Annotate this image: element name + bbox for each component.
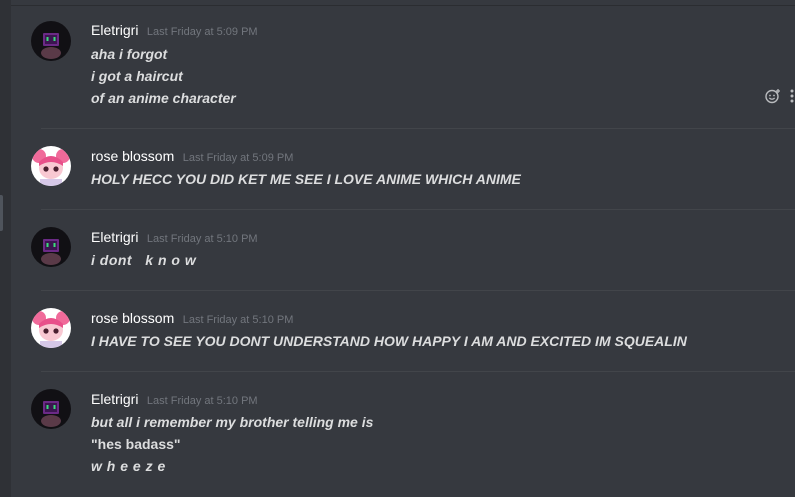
message-text: HOLY HECC YOU DID KET ME SEE I LOVE ANIM… bbox=[91, 171, 521, 187]
username[interactable]: Eletrigri bbox=[91, 229, 138, 245]
message-header: Eletrigri Last Friday at 5:10 PM bbox=[91, 391, 258, 409]
message-group[interactable]: Eletrigri Last Friday at 5:10 PM i dont … bbox=[11, 210, 795, 290]
scroll-handle[interactable] bbox=[0, 195, 3, 231]
message-header: Eletrigri Last Friday at 5:10 PM bbox=[91, 229, 258, 247]
message-text: i got a haircut bbox=[91, 68, 183, 84]
left-gutter bbox=[0, 0, 11, 497]
username[interactable]: Eletrigri bbox=[91, 391, 138, 407]
username[interactable]: Eletrigri bbox=[91, 22, 138, 38]
rose-avatar[interactable] bbox=[31, 308, 71, 348]
eletrigri-avatar[interactable] bbox=[31, 389, 71, 429]
message-group[interactable]: Eletrigri Last Friday at 5:10 PM but all… bbox=[11, 372, 795, 497]
message-text: i dont k n o w bbox=[91, 252, 197, 268]
message-text: but all i remember my brother telling me… bbox=[91, 414, 374, 430]
timestamp: Last Friday at 5:10 PM bbox=[146, 233, 258, 245]
message-header: rose blossom Last Friday at 5:10 PM bbox=[91, 310, 293, 328]
timestamp: Last Friday at 5:10 PM bbox=[146, 395, 258, 407]
message-text: aha i forgot bbox=[91, 46, 168, 62]
message-header: Eletrigri Last Friday at 5:09 PM bbox=[91, 22, 258, 40]
message-group[interactable]: Eletrigri Last Friday at 5:09 PM aha i f… bbox=[11, 0, 795, 128]
message-text: I HAVE TO SEE YOU DONT UNDERSTAND HOW HA… bbox=[91, 333, 687, 349]
username[interactable]: rose blossom bbox=[91, 310, 174, 326]
add-reaction-icon[interactable] bbox=[765, 88, 781, 104]
eletrigri-avatar[interactable] bbox=[31, 227, 71, 267]
message-text: of an anime character bbox=[91, 90, 236, 106]
username[interactable]: rose blossom bbox=[91, 148, 174, 164]
message-header: rose blossom Last Friday at 5:09 PM bbox=[91, 148, 293, 166]
more-options-icon[interactable] bbox=[789, 88, 795, 104]
message-text: "hes badass" bbox=[91, 436, 181, 452]
eletrigri-avatar[interactable] bbox=[31, 21, 71, 61]
timestamp: Last Friday at 5:09 PM bbox=[146, 26, 258, 38]
message-hover-actions bbox=[765, 88, 795, 104]
timestamp: Last Friday at 5:09 PM bbox=[182, 152, 294, 164]
message-text: w h e e z e bbox=[91, 458, 166, 474]
message-group[interactable]: rose blossom Last Friday at 5:10 PM I HA… bbox=[11, 291, 795, 371]
timestamp: Last Friday at 5:10 PM bbox=[182, 314, 294, 326]
message-group[interactable]: rose blossom Last Friday at 5:09 PM HOLY… bbox=[11, 129, 795, 209]
rose-avatar[interactable] bbox=[31, 146, 71, 186]
